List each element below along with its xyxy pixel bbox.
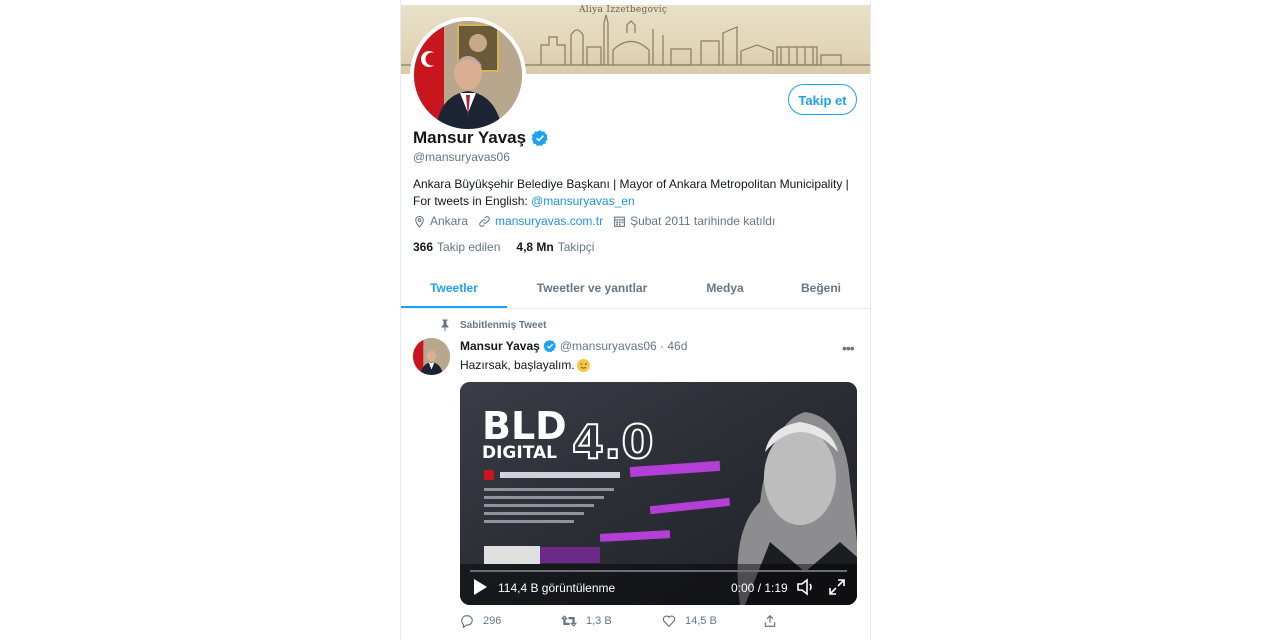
share-icon bbox=[764, 614, 776, 627]
profile-handle: @mansuryavas06 bbox=[413, 150, 510, 164]
video-views: 114,4 B görüntülenme bbox=[498, 581, 616, 595]
location-text: Ankara bbox=[430, 214, 469, 228]
profile-bio: Ankara Büyükşehir Belediye Başkanı | May… bbox=[413, 176, 858, 210]
tweet-header: Mansur Yavaş @mansuryavas06 · 46d bbox=[460, 339, 687, 353]
tweet-actions: 296 1,3 B 14,5 B bbox=[460, 614, 864, 628]
pin-icon bbox=[441, 319, 449, 331]
fullscreen-icon[interactable] bbox=[828, 578, 846, 596]
profile-name: Mansur Yavaş bbox=[413, 128, 527, 147]
location-item: Ankara bbox=[413, 214, 468, 228]
tab-tweets[interactable]: Tweetler bbox=[401, 270, 507, 308]
bio-english-account-link[interactable]: @mansuryavas_en bbox=[531, 194, 635, 208]
more-options-icon[interactable]: ••• bbox=[842, 340, 855, 356]
reply-icon bbox=[461, 615, 473, 628]
verified-badge-icon bbox=[543, 339, 556, 353]
follow-button[interactable]: Takip et bbox=[788, 84, 857, 115]
retweet-icon bbox=[561, 615, 577, 627]
play-icon[interactable] bbox=[472, 578, 488, 596]
joined-text: Şubat 2011 tarihinde katıldı bbox=[630, 214, 776, 228]
like-action[interactable]: 14,5 B bbox=[662, 614, 763, 628]
verified-badge-icon bbox=[531, 130, 548, 147]
video-thumbnail: BLD DIGITAL 4.0 bbox=[460, 382, 857, 605]
like-count: 14,5 B bbox=[685, 615, 717, 627]
followers-label: Takipçi bbox=[557, 240, 595, 254]
following-label: Takip edilen bbox=[437, 240, 501, 254]
location-pin-icon bbox=[415, 215, 424, 228]
following-count: 366 bbox=[413, 240, 434, 254]
tweet-handle-time[interactable]: @mansuryavas06 · 46d bbox=[560, 339, 688, 353]
calendar-icon bbox=[614, 216, 625, 227]
tab-tweets-and-replies[interactable]: Tweetler ve yanıtlar bbox=[507, 270, 677, 308]
volume-icon[interactable] bbox=[796, 578, 816, 596]
retweet-count: 1,3 B bbox=[586, 615, 612, 627]
wink-emoji-icon bbox=[576, 358, 590, 372]
tweet-video[interactable]: BLD DIGITAL 4.0 114,4 B görüntülenme 0:0… bbox=[460, 382, 857, 605]
reply-action[interactable]: 296 bbox=[460, 614, 561, 628]
followers-stat[interactable]: 4,8 Mn Takipçi bbox=[516, 240, 594, 254]
tab-media[interactable]: Medya bbox=[677, 270, 773, 308]
website-item: mansuryavas.com.tr bbox=[478, 214, 603, 228]
profile-photo bbox=[414, 21, 522, 129]
website-link[interactable]: mansuryavas.com.tr bbox=[495, 214, 603, 228]
tab-likes[interactable]: Beğeni bbox=[773, 270, 869, 308]
tweet-text-content: Hazırsak, başlayalım. bbox=[460, 358, 575, 372]
profile-column: Aliya İzzetbegoviç Takip et Mansur Yavaş… bbox=[400, 0, 871, 640]
pinned-tweet-label: Sabitlenmiş Tweet bbox=[440, 319, 547, 331]
profile-avatar[interactable] bbox=[410, 17, 526, 133]
tweet-author-photo bbox=[413, 338, 450, 375]
video-time: 0:00 / 1:19 bbox=[731, 581, 788, 595]
video-title-line1: BLD bbox=[482, 404, 567, 448]
tweet-text: Hazırsak, başlayalım. bbox=[460, 358, 590, 372]
reply-count: 296 bbox=[483, 615, 502, 627]
profile-name-row: Mansur Yavaş bbox=[413, 128, 549, 148]
heart-icon bbox=[662, 615, 676, 628]
video-title-line2: DIGITAL bbox=[482, 443, 557, 463]
tweet-author-name[interactable]: Mansur Yavaş bbox=[460, 339, 540, 353]
profile-stats: 366 Takip edilen 4,8 Mn Takipçi bbox=[413, 240, 610, 254]
tweet-author-avatar[interactable] bbox=[413, 338, 450, 375]
share-action[interactable] bbox=[763, 614, 864, 628]
link-icon bbox=[479, 215, 490, 227]
video-version-text: 4.0 bbox=[572, 415, 654, 469]
retweet-action[interactable]: 1,3 B bbox=[561, 614, 662, 628]
following-stat[interactable]: 366 Takip edilen bbox=[413, 240, 500, 254]
pinned-text: Sabitlenmiş Tweet bbox=[460, 319, 547, 331]
profile-tabs: Tweetler Tweetler ve yanıtlar Medya Beğe… bbox=[401, 270, 870, 309]
followers-count: 4,8 Mn bbox=[516, 240, 554, 254]
joined-item: Şubat 2011 tarihinde katıldı bbox=[613, 214, 775, 228]
profile-meta: Ankara mansuryavas.com.tr Şubat 2011 tar… bbox=[413, 214, 785, 228]
